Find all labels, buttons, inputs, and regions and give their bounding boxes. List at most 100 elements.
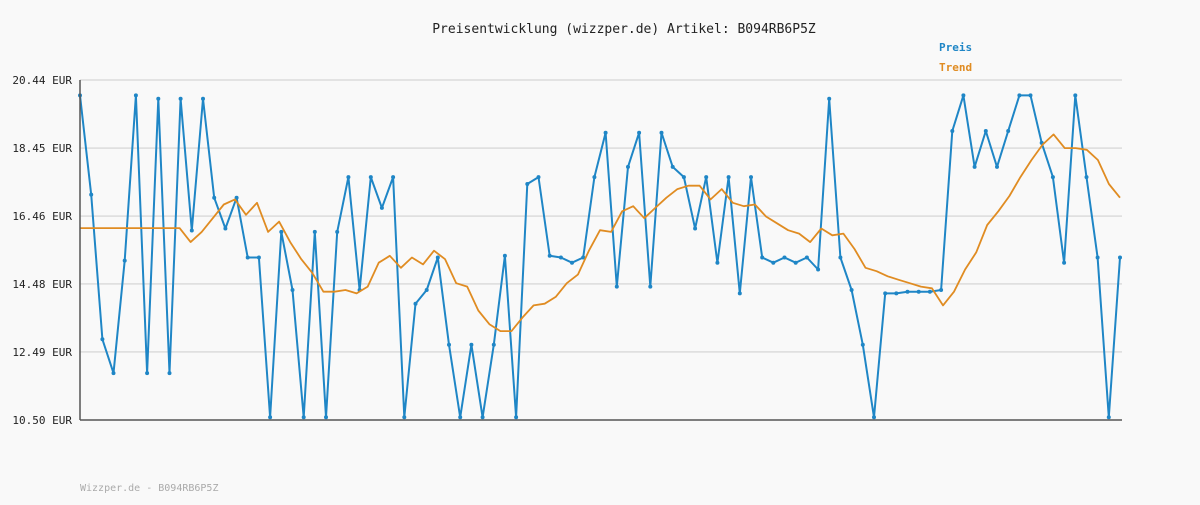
data-point [827,96,832,101]
data-point [782,255,787,260]
data-point [279,229,284,234]
data-point [178,96,183,101]
y-tick-label: 20.44 EUR [12,74,72,87]
data-point [100,337,105,342]
data-point [626,164,630,169]
y-tick-label: 14.48 EUR [12,278,72,291]
data-point [212,195,217,200]
data-point [491,342,496,347]
data-point [145,371,150,376]
y-tick-label: 16.46 EUR [12,210,72,223]
data-point [670,164,675,169]
data-point [1073,93,1078,98]
data-point [883,291,888,296]
price-chart-svg: Preisentwicklung (wizzper.de) Artikel: B… [12,22,1122,494]
data-point [894,291,899,296]
data-point [603,130,608,135]
data-point [737,291,742,296]
data-point [1006,129,1011,133]
data-point [816,267,821,272]
series-line-trend [80,133,1121,333]
data-point [1050,175,1055,180]
data-point [525,182,530,186]
data-point [793,260,798,265]
data-point [424,288,429,292]
data-point [1095,255,1100,260]
y-tick-label: 10.50 EUR [12,414,72,427]
data-point [413,301,418,306]
data-point [480,415,485,420]
data-point [1062,260,1067,265]
data-point [514,415,519,420]
series-line-preis [79,94,1121,419]
data-point [189,228,194,233]
data-point [1106,415,1111,420]
data-point [760,255,765,260]
data-point [167,371,172,376]
data-point [245,255,250,260]
data-point [502,253,507,258]
data-point [558,255,563,260]
data-point [872,415,876,420]
data-point [916,289,921,294]
data-point [771,260,776,265]
data-point [726,175,731,180]
data-point [849,288,854,292]
data-point [469,342,474,347]
data-point [972,164,977,169]
data-point [335,229,340,234]
data-point [133,93,138,98]
legend-trend: Trend [939,61,972,74]
data-point [1028,93,1033,98]
data-point [391,175,396,180]
data-point [402,415,407,420]
data-point [648,284,653,289]
data-point [995,164,999,169]
data-point [860,342,865,347]
data-point [346,175,351,180]
data-point [368,175,373,180]
data-point [290,288,295,292]
data-point [950,129,955,133]
data-point [256,255,261,260]
data-point [592,175,597,180]
chart-title: Preisentwicklung (wizzper.de) Artikel: B… [432,22,816,37]
data-point [1017,93,1022,98]
data-point [1084,175,1089,180]
footer-label: Wizzper.de - B094RB6P5Z [80,483,218,494]
data-point [89,192,94,197]
data-point [939,288,944,292]
y-tick-label: 12.49 EUR [12,346,72,359]
data-point [570,260,574,265]
data-point [838,255,843,260]
data-point [715,260,720,265]
data-point [268,415,273,420]
data-point [536,175,541,180]
data-point [927,289,932,294]
data-point [1118,255,1122,260]
legend-preis: Preis [939,41,972,54]
data-point [156,96,161,101]
data-point [223,226,228,231]
data-point [312,229,317,234]
data-point [458,415,463,420]
price-chart: Preisentwicklung (wizzper.de) Artikel: B… [0,0,1200,500]
data-point [547,253,552,258]
data-point [637,130,642,135]
data-point [804,255,809,260]
data-point [324,415,328,420]
data-point [435,255,440,260]
data-point [905,289,910,294]
data-point [693,226,698,231]
data-point [301,415,306,420]
y-tick-label: 18.45 EUR [12,142,72,155]
data-point [111,371,116,376]
data-point [704,175,709,180]
data-point [961,93,966,98]
data-point [201,96,205,101]
data-point [749,175,753,180]
data-point [659,130,664,135]
data-point [447,342,451,347]
data-point [983,129,988,133]
data-point [614,284,619,289]
